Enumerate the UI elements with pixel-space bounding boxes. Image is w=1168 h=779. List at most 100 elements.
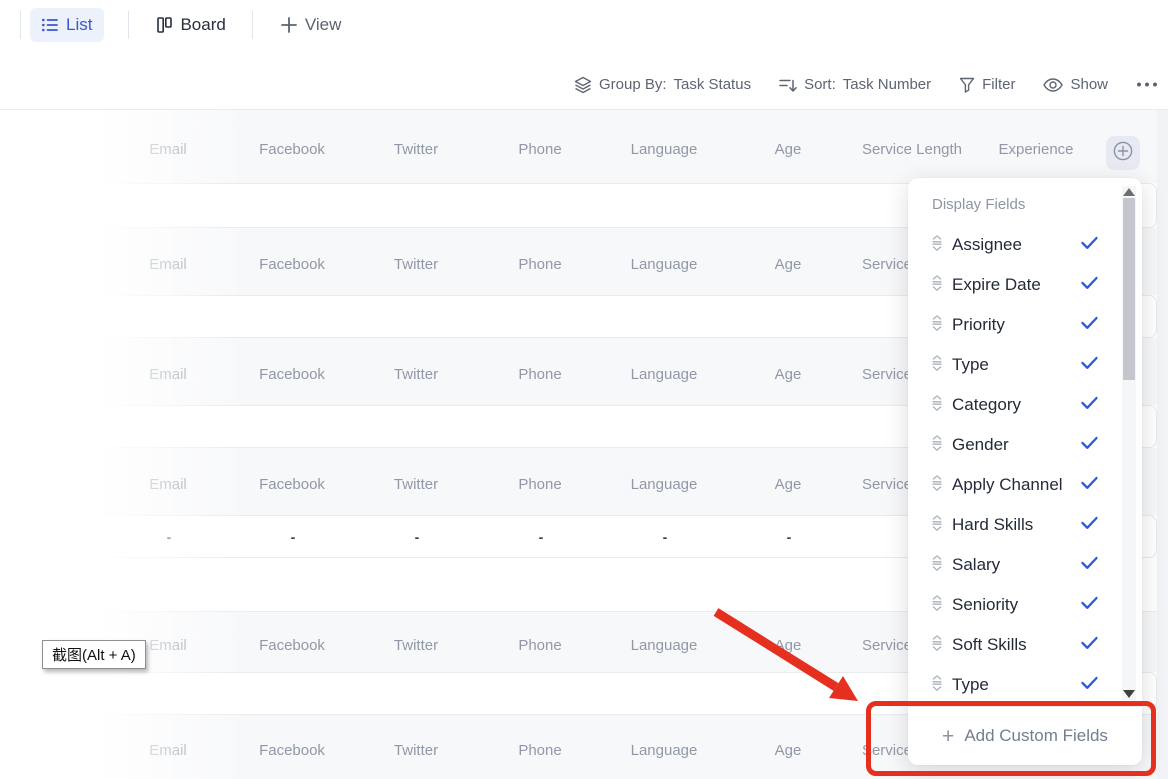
drag-handle-icon[interactable] [932,355,952,376]
field-item[interactable]: Type [908,665,1142,705]
column-header: Age [726,476,850,493]
tab-view-label: View [305,15,342,35]
check-icon [1081,555,1098,575]
page-background-strip [1157,110,1168,779]
drag-handle-icon[interactable] [932,315,952,336]
column-header: Facebook [230,637,354,654]
column-header: Twitter [354,637,478,654]
column-header: Language [602,141,726,158]
field-label: Category [952,395,1021,415]
field-item[interactable]: Assignee [908,225,1142,265]
more-button[interactable] [1136,82,1158,87]
field-label: Priority [952,315,1005,335]
group-by-control[interactable]: Group By: Task Status [574,76,751,94]
tab-list[interactable]: List [30,8,104,42]
scrollbar-thumb[interactable] [1123,198,1135,380]
panel-title: Display Fields [908,178,1142,213]
column-header: Twitter [354,742,478,759]
tab-divider [20,11,21,39]
filter-control[interactable]: Filter [959,76,1015,93]
field-item[interactable]: Apply Channel [908,465,1142,505]
field-item[interactable]: Seniority [908,585,1142,625]
empty-cell-value: - [107,529,231,545]
empty-cell-value: - [603,529,727,545]
drag-handle-icon[interactable] [932,275,952,296]
screenshot-tooltip: 截图(Alt + A) [42,640,146,669]
drag-handle-icon[interactable] [932,395,952,416]
column-header: Language [602,742,726,759]
field-item[interactable]: Expire Date [908,265,1142,305]
column-header: Language [602,366,726,383]
check-icon [1081,675,1098,695]
drag-handle-icon[interactable] [932,435,952,456]
column-header: Age [726,141,850,158]
column-header: Phone [478,366,602,383]
check-icon [1081,355,1098,375]
drag-handle-icon[interactable] [932,555,952,576]
column-header: Phone [478,637,602,654]
panel-scrollbar[interactable] [1122,186,1136,700]
sort-control[interactable]: Sort: Task Number [779,76,931,93]
view-tabbar: List Board View [0,0,1168,50]
drag-handle-icon[interactable] [932,635,952,656]
column-header: Phone [478,742,602,759]
column-header: Twitter [354,256,478,273]
tab-add-view[interactable]: View [281,15,342,35]
column-header: Email [106,476,230,493]
drag-handle-icon[interactable] [932,235,952,256]
add-field-button[interactable] [1106,136,1140,170]
field-item[interactable]: Category [908,385,1142,425]
field-item[interactable]: Hard Skills [908,505,1142,545]
empty-cell-value: - [479,529,603,545]
field-item[interactable]: Salary [908,545,1142,585]
column-header: Facebook [230,141,354,158]
column-header-row: EmailFacebookTwitterPhoneLanguageAgeServ… [0,110,1168,183]
column-header: Age [726,256,850,273]
field-label: Apply Channel [952,475,1063,495]
field-label: Soft Skills [952,635,1027,655]
column-header: Language [602,256,726,273]
field-item[interactable]: Gender [908,425,1142,465]
tab-divider [252,11,253,39]
list-icon [42,18,58,32]
drag-handle-icon[interactable] [932,675,952,696]
check-icon [1081,475,1098,495]
scroll-down-arrow-icon[interactable] [1123,690,1135,698]
display-fields-panel: Display Fields Assignee Expire Date Priori… [908,178,1142,765]
drag-handle-icon[interactable] [932,595,952,616]
column-header: Age [726,366,850,383]
drag-handle-icon[interactable] [932,475,952,496]
tab-board[interactable]: Board [157,15,225,35]
column-header: Email [106,141,230,158]
board-icon [157,17,172,33]
field-label: Assignee [952,235,1022,255]
scroll-up-arrow-icon[interactable] [1123,188,1135,196]
tab-board-label: Board [180,15,225,35]
filter-icon [959,77,975,93]
eye-icon [1043,78,1063,92]
tab-list-label: List [66,15,92,35]
tab-divider [128,11,129,39]
layers-icon [574,76,592,94]
check-icon [1081,635,1098,655]
drag-handle-icon[interactable] [932,515,952,536]
column-header: Phone [478,256,602,273]
column-header: Age [726,742,850,759]
column-header: Language [602,637,726,654]
field-label: Expire Date [952,275,1041,295]
column-header: Facebook [230,476,354,493]
check-icon [1081,435,1098,455]
field-item[interactable]: Priority [908,305,1142,345]
column-header: Service Length [850,141,974,158]
field-item[interactable]: Soft Skills [908,625,1142,665]
field-item[interactable]: Type [908,345,1142,385]
add-custom-fields-button[interactable]: + Add Custom Fields [908,706,1142,765]
sort-label: Sort: [804,76,836,93]
show-control[interactable]: Show [1043,76,1108,93]
group-by-value: Task Status [674,76,752,93]
app-window: List Board View Group By: Task Status So… [0,0,1168,779]
column-header: Language [602,476,726,493]
empty-cell-value: - [727,529,851,545]
field-label: Salary [952,555,1000,575]
sort-icon [779,77,797,93]
